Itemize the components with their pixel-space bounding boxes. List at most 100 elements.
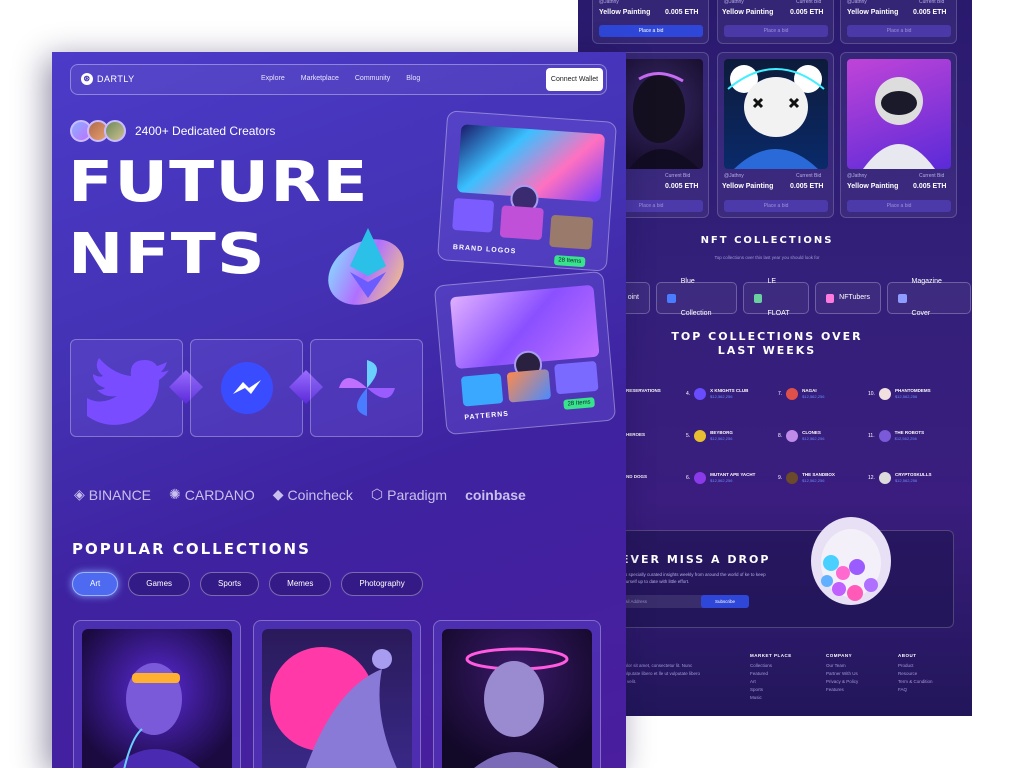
collection-avatar (878, 472, 891, 484)
connect-wallet-button[interactable]: Connect Wallet (546, 68, 603, 91)
footer-link[interactable]: Features (826, 686, 858, 694)
tab-sports[interactable]: Sports (200, 572, 260, 596)
ranking-row[interactable]: 5. BEYBORG $12,562,256 (686, 430, 733, 442)
collection-card[interactable] (253, 620, 421, 768)
pattern-thumb (460, 373, 504, 407)
footer-link[interactable]: Collections (750, 662, 792, 670)
footer-col-title: MARKET PLACE (750, 653, 792, 658)
footer-link[interactable]: Our Team (826, 662, 858, 670)
footer-link[interactable]: Art (750, 678, 792, 686)
subscribe-button[interactable]: Subscribe (701, 595, 749, 608)
place-bid-button[interactable]: Place a bid (724, 25, 828, 37)
ranking-row[interactable]: 11. THE ROBOTS $12,562,256 (868, 430, 924, 442)
ranking-row[interactable]: 10. PHANTOMDEMS $12,562,256 (868, 388, 931, 400)
nav-links: Explore Marketplace Community Blog (261, 75, 420, 82)
ranking-row[interactable]: 12. CRYPTOSKULLS $12,562,256 (868, 472, 931, 484)
front-page: ⊛ DARTLY Explore Marketplace Community Bl… (52, 52, 626, 768)
messenger-tile[interactable] (190, 339, 303, 437)
bid-card[interactable]: @Jathny Current Bid Yellow Painting 0.00… (840, 52, 957, 218)
ranking-row[interactable]: 7. NAGAI $12,562,256 (778, 388, 824, 400)
twitter-tile[interactable] (70, 339, 183, 437)
pattern-thumb (554, 360, 599, 395)
collection-card[interactable] (433, 620, 601, 768)
creators-strip: 2400+ Dedicated Creators (70, 120, 275, 142)
tab-photography[interactable]: Photography (341, 572, 423, 596)
draped-statue-image (262, 629, 412, 768)
patterns-card[interactable]: PATTERNS 28 Items (433, 270, 617, 436)
paradigm-icon: ⬡ (370, 486, 384, 502)
collection-chip[interactable]: Blue Collection (656, 278, 737, 317)
coincheck-icon: ◆ (272, 486, 284, 502)
collection-name: RESERVATIONS (626, 388, 661, 393)
nav-marketplace[interactable]: Marketplace (301, 75, 339, 82)
bid-price: 0.005 ETH (790, 183, 824, 190)
pinwheel-tile[interactable] (310, 339, 423, 437)
bid-card[interactable]: @Jathny Current Bid Yellow Painting 0.00… (717, 52, 834, 218)
footer-link[interactable]: Music (750, 694, 792, 702)
newsletter-title: EVER MISS A DROP (621, 553, 771, 566)
footer-col-title: COMPANY (826, 653, 853, 658)
footer-link[interactable]: FAQ (898, 686, 933, 694)
brand-logo[interactable]: ⊛ DARTLY (81, 73, 135, 85)
footer-about-text: dolor sit amet, consectetur lit. Nunc vu… (622, 663, 701, 684)
hero-title-line1: FUTURE (68, 150, 369, 215)
ranking-row[interactable]: 4. X KNIGHTS CLUB $12,562,256 (686, 388, 748, 400)
card-label: PATTERNS (464, 410, 510, 422)
collection-avatar (694, 430, 707, 442)
footer-link[interactable]: Privacy & Policy (826, 678, 858, 686)
partner-logos: ◈ BINANCE ✺ CARDANO ◆ Coincheck ⬡ Paradigm c… (74, 486, 526, 503)
collection-avatar (786, 388, 799, 400)
collection-icon (754, 293, 763, 303)
hero-title-line2: NFTS (68, 222, 266, 287)
collection-card[interactable] (73, 620, 241, 768)
collection-icon (826, 293, 835, 303)
owner-handle: @Jathny (724, 0, 744, 5)
footer-link[interactable]: Term & Condition (898, 678, 933, 686)
logo-thumb (452, 197, 495, 233)
chip-label: Blue Collection (680, 278, 712, 317)
collection-avatar (694, 388, 707, 400)
nav-community[interactable]: Community (355, 75, 390, 82)
footer-col-title: ABOUT (898, 653, 917, 658)
tab-games[interactable]: Games (128, 572, 191, 596)
collection-chip[interactable]: Magazine Cover (887, 278, 971, 317)
bid-card[interactable]: @Jathny Current Bid Yellow Painting 0.00… (840, 0, 957, 44)
collection-avatar (786, 430, 799, 442)
bid-price: 0.005 ETH (665, 183, 699, 190)
nft-name: Yellow Painting (599, 9, 651, 16)
footer-brand: Y (622, 652, 702, 660)
current-bid-label: Current Bid (665, 173, 691, 179)
rank-number: 11. (868, 433, 875, 439)
tab-art[interactable]: Art (72, 572, 119, 596)
place-bid-button[interactable]: Place a bid (599, 25, 703, 37)
ranking-row[interactable]: 8. CLONES $12,562,256 (778, 430, 824, 442)
nav-explore[interactable]: Explore (261, 75, 285, 82)
bid-card[interactable]: @Jathny Current Bid Yellow Painting 0.00… (717, 0, 834, 44)
rank-number: 6. (686, 475, 691, 481)
brand-mark-icon: ⊛ (81, 73, 93, 85)
collection-chip[interactable]: NFTubers (815, 282, 881, 314)
collection-name: PHANTOMDEMS (894, 388, 931, 393)
brand-logos-card[interactable]: BRAND LOGOS 28 Items (436, 110, 618, 272)
tab-memes[interactable]: Memes (269, 572, 332, 596)
logo-thumb (549, 214, 594, 250)
ranking-row[interactable]: 6. MUTANT APE YACHT $12,562,256 (686, 472, 755, 484)
current-bid-label: Current Bid (919, 173, 945, 179)
footer-link[interactable]: Resource (898, 670, 933, 678)
footer-link[interactable]: Product (898, 662, 933, 670)
footer-link[interactable]: Sports (750, 686, 792, 694)
nft-name: Yellow Painting (847, 183, 899, 190)
place-bid-button[interactable]: Place a bid (847, 25, 951, 37)
place-bid-button[interactable]: Place a bid (847, 200, 951, 212)
bid-card[interactable]: @Jathny Yellow Painting 0.005 ETH Place … (592, 0, 709, 44)
collection-icon (667, 293, 676, 303)
collection-chip[interactable]: LE FLOAT (743, 278, 809, 317)
collection-avatar (878, 388, 891, 400)
collection-icon (898, 293, 907, 303)
ranking-row[interactable]: 9. THE SANDBOX $12,562,256 (778, 472, 835, 484)
footer-link[interactable]: Partner With Us (826, 670, 858, 678)
chip-label: LE FLOAT (767, 278, 790, 317)
nav-blog[interactable]: Blog (406, 75, 420, 82)
footer-link[interactable]: Featured (750, 670, 792, 678)
place-bid-button[interactable]: Place a bid (724, 200, 828, 212)
